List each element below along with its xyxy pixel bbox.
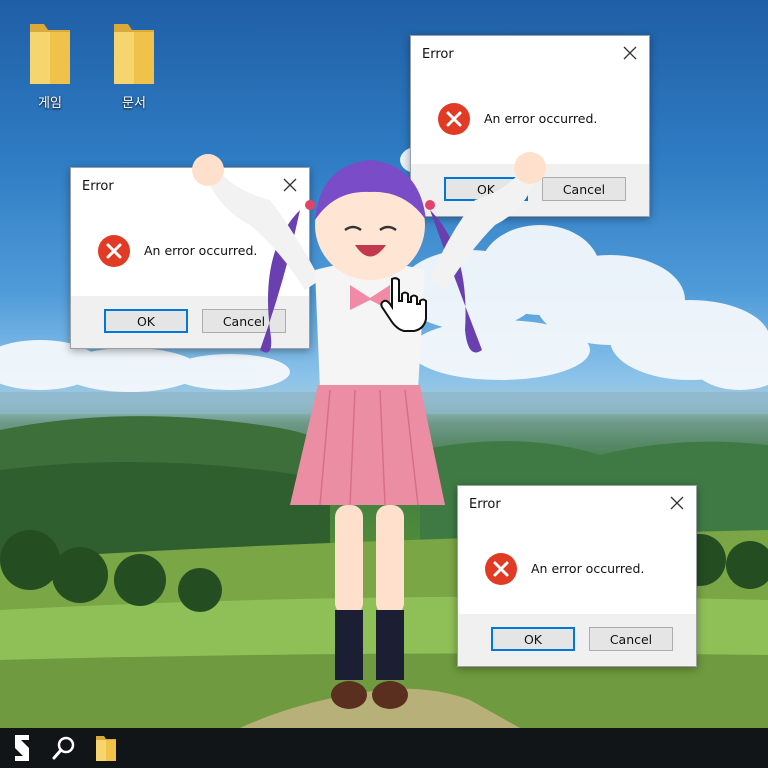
folder-icon xyxy=(114,24,154,84)
ok-button[interactable]: OK xyxy=(104,309,188,333)
dialog-title: Error xyxy=(82,179,114,194)
error-dialog[interactable]: Error An error occurred. OK Cancel xyxy=(457,485,697,667)
close-icon[interactable] xyxy=(666,492,688,514)
close-icon[interactable] xyxy=(619,42,641,64)
start-button[interactable] xyxy=(2,728,42,768)
dialog-title: Error xyxy=(422,47,454,62)
search-icon xyxy=(52,736,75,760)
desktop-icon-label: 게임 xyxy=(38,96,62,111)
desktop-icon-label: 문서 xyxy=(122,96,146,111)
desktop-icon-games[interactable]: 게임 xyxy=(15,18,85,111)
dialog-message: An error occurred. xyxy=(531,561,645,576)
folder-icon xyxy=(30,24,70,84)
desktop-icon-documents[interactable]: 문서 xyxy=(99,18,169,111)
taskbar xyxy=(0,728,768,768)
dialog-title: Error xyxy=(469,497,501,512)
hand-cursor-icon xyxy=(380,277,427,332)
error-icon xyxy=(98,235,130,267)
error-icon xyxy=(485,553,517,585)
folder-icon xyxy=(96,736,116,761)
start-logo-icon xyxy=(15,735,29,761)
dialog-message: An error occurred. xyxy=(484,111,598,126)
taskbar-search-button[interactable] xyxy=(44,728,84,768)
dialog-footer: OK Cancel xyxy=(458,614,696,666)
taskbar-file-explorer[interactable] xyxy=(86,728,126,768)
desktop: 게임 문서 Error An error occurred. OK Cancel… xyxy=(0,0,768,728)
cancel-button[interactable]: Cancel xyxy=(589,627,673,651)
ok-button[interactable]: OK xyxy=(491,627,575,651)
